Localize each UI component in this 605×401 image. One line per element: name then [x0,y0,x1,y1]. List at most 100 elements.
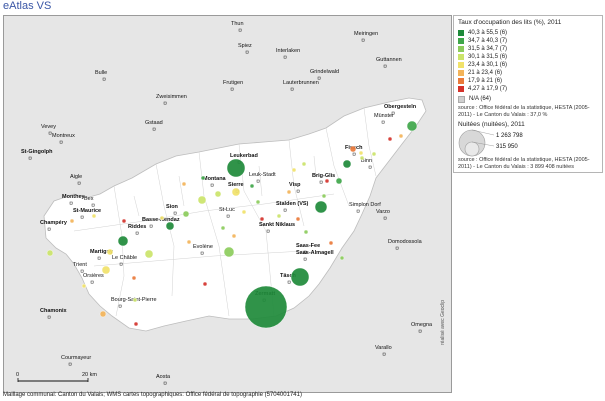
occupancy-bubble[interactable] [358,150,364,156]
occupancy-bubble[interactable] [121,218,127,224]
occupancy-bubble[interactable] [276,213,282,219]
town-label[interactable]: Stalden (VS) [276,201,309,207]
occupancy-bubble[interactable] [132,297,138,303]
town-label[interactable]: Lauterbrunnen [283,80,319,86]
occupancy-bubble[interactable] [226,158,246,178]
town-label[interactable]: Varallo [375,345,392,351]
town-label[interactable]: Zweisimmen [156,94,187,100]
town-label[interactable]: Aigle [70,174,82,180]
town-label[interactable]: Monthey [62,194,86,200]
occupancy-bubble[interactable] [342,159,352,169]
occupancy-bubble[interactable] [321,193,327,199]
town-label[interactable]: Gstaad [145,120,163,126]
occupancy-bubble[interactable] [231,187,241,197]
town-label[interactable]: Saas-Almagell [296,250,334,256]
occupancy-bubble[interactable] [131,275,137,281]
occupancy-bubble[interactable] [144,249,154,259]
town-label[interactable]: Obergesteln [384,104,417,110]
town-label[interactable]: Visp [289,182,301,188]
occupancy-bubble[interactable] [159,215,165,221]
occupancy-bubble[interactable] [81,283,87,289]
occupancy-bubble[interactable] [359,155,365,161]
town-label[interactable]: Orsières [83,273,104,279]
town-label[interactable]: Montreux [52,133,75,139]
town-label[interactable]: Bulle [95,70,107,76]
town-label[interactable]: Montana [203,176,227,182]
town-label[interactable]: Sierre [228,182,244,188]
town-label[interactable]: Leuk-Stadt [249,172,276,178]
occupancy-bubble[interactable] [349,145,357,153]
occupancy-bubble[interactable] [165,221,175,231]
occupancy-bubble[interactable] [202,281,208,287]
occupancy-bubble[interactable] [291,167,297,173]
occupancy-bubble[interactable] [46,249,54,257]
occupancy-bubble[interactable] [290,267,310,287]
occupancy-bubble[interactable] [91,213,97,219]
occupancy-bubble[interactable] [117,235,129,247]
occupancy-bubble[interactable] [231,233,237,239]
town-label[interactable]: Riddes [128,224,146,230]
occupancy-bubble[interactable] [303,229,309,235]
town-label[interactable]: Saas-Fee [296,243,320,249]
occupancy-bubble[interactable] [406,120,418,132]
occupancy-bubble[interactable] [335,177,343,185]
town-label[interactable]: Sion [166,204,179,210]
occupancy-bubble[interactable] [99,310,107,318]
occupancy-bubble[interactable] [197,195,207,205]
occupancy-bubble[interactable] [214,190,222,198]
town-label[interactable]: Guttannen [376,57,402,63]
occupancy-bubble[interactable] [295,216,301,222]
town-label[interactable]: Grindelwald [310,69,339,75]
occupancy-bubble[interactable] [324,178,330,184]
occupancy-bubble[interactable] [101,265,111,275]
map-canvas[interactable]: Thun Spiez Interlaken Meiringen Guttannen Bul… [3,15,452,393]
occupancy-bubble[interactable] [301,161,307,167]
occupancy-bubble[interactable] [69,218,75,224]
occupancy-bubble[interactable] [249,183,255,189]
occupancy-bubble[interactable] [387,136,393,142]
town-label[interactable]: Meiringen [354,31,378,37]
town-label[interactable]: Trient [73,262,87,268]
occupancy-bubble[interactable] [186,239,192,245]
town-label[interactable]: Spiez [238,43,252,49]
occupancy-bubble[interactable] [339,255,345,261]
town-label[interactable]: Bex [84,196,94,202]
occupancy-bubble[interactable] [314,200,328,214]
town-label[interactable]: Münster [374,113,394,119]
town-label[interactable]: Champéry [40,220,68,226]
occupancy-bubble[interactable] [255,199,261,205]
town-label[interactable]: Leukerbad [230,153,258,159]
town-label[interactable]: Simplon Dorf [349,202,381,208]
occupancy-bubble[interactable] [133,321,139,327]
town-label[interactable]: Interlaken [276,48,300,54]
town-label[interactable]: Le Châble [112,255,137,261]
occupancy-bubble[interactable] [286,189,292,195]
occupancy-bubble[interactable] [259,216,265,222]
town-label[interactable]: Frutigen [223,80,243,86]
town-label[interactable]: Courmayeur [61,355,91,361]
town-label[interactable]: Vevey [41,124,56,130]
town-label[interactable]: Omegna [411,322,433,328]
occupancy-bubble[interactable] [371,151,377,157]
occupancy-bubble[interactable] [181,181,187,187]
occupancy-bubble[interactable] [328,240,334,246]
occupancy-bubble[interactable] [200,175,206,181]
town-label[interactable]: Chamonix [40,308,68,314]
town-label[interactable]: Aosta [156,374,171,380]
town-label[interactable]: Thun [231,21,244,27]
town-label[interactable]: Brig-Glis [312,173,335,179]
occupancy-bubble[interactable] [106,248,114,256]
town-label[interactable]: St-Luc [219,207,235,213]
town-label[interactable]: Varzo [376,209,390,215]
town-label[interactable]: St-Gingolph [21,149,53,155]
occupancy-bubble[interactable] [223,246,235,258]
town-label[interactable]: Evolène [193,244,213,250]
town-label[interactable]: St-Maurice [73,208,101,214]
town-label[interactable]: Domodossola [388,239,423,245]
occupancy-bubble[interactable] [220,225,226,231]
occupancy-bubble[interactable] [241,209,247,215]
occupancy-bubble[interactable] [244,285,288,329]
occupancy-bubble[interactable] [398,133,404,139]
map-svg[interactable]: Thun Spiez Interlaken Meiringen Guttannen Bul… [4,16,451,392]
town-label[interactable]: Sankt Niklaus [259,222,295,228]
